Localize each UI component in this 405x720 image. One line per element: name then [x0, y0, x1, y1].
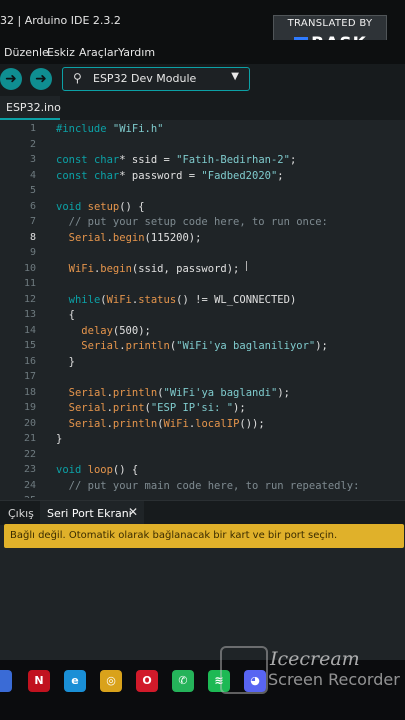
line-number: 24 [23, 479, 36, 491]
code-line[interactable]: const char* password = "Fadbed2020"; [56, 170, 284, 182]
board-label: ESP32 Dev Module [93, 72, 197, 85]
line-number: 18 [23, 386, 36, 398]
serial-console[interactable] [0, 550, 405, 660]
upload-arrow-icon: ➜ [35, 71, 47, 87]
bottom-panel-tabs: Çıkış Seri Port Ekranı ✕ [0, 500, 405, 525]
menu-item-sketch[interactable]: Eskiz [47, 46, 75, 59]
line-number: 20 [23, 417, 36, 429]
line-number: 19 [23, 402, 36, 413]
opera-icon[interactable]: O [136, 670, 158, 692]
close-icon[interactable]: ✕ [128, 505, 138, 519]
code-line[interactable]: } [56, 356, 75, 368]
board-selector[interactable]: ⚲ ESP32 Dev Module ▼ [62, 67, 250, 91]
code-line[interactable]: delay(500); [56, 325, 151, 337]
menu-item-tools[interactable]: Araçlar [79, 46, 118, 59]
line-number: 14 [23, 324, 36, 336]
recorder-subtitle: Screen Recorder [268, 670, 400, 689]
line-number: 25 [6, 495, 36, 498]
whatsapp-icon[interactable]: ✆ [172, 670, 194, 692]
usb-icon: ⚲ [73, 71, 82, 85]
line-number: 21 [23, 433, 36, 444]
code-line[interactable]: Serial.begin(115200); [56, 232, 202, 244]
app-icon[interactable] [0, 670, 12, 692]
netflix-icon[interactable]: N [28, 670, 50, 692]
code-line[interactable]: // put your setup code here, to run once… [56, 216, 328, 228]
code-line[interactable]: Serial.print("ESP IP'si: "); [56, 402, 246, 414]
tab-output[interactable]: Çıkış [8, 507, 34, 520]
code-line[interactable]: void setup() { [56, 201, 145, 213]
code-line[interactable]: } [56, 433, 62, 445]
line-number: 13 [23, 309, 36, 320]
line-number: 8 [29, 231, 36, 243]
watermark-line1: TRANSLATED BY [287, 18, 373, 29]
chevron-down-icon: ▼ [231, 71, 239, 82]
code-line[interactable]: Serial.println("WiFi'ya baglandi"); [56, 387, 290, 399]
toolbar: ➜ ➜ ⚲ ESP32 Dev Module ▼ [0, 64, 405, 96]
text-cursor-icon [246, 261, 247, 271]
code-editor[interactable]: 1 #include "WiFi.h" 2 3 const char* ssid = "… [0, 120, 405, 498]
line-number: 12 [23, 293, 36, 305]
line-number: 11 [23, 278, 36, 289]
line-number: 23 [23, 464, 36, 475]
connection-notice-text: Bağlı değil. Otomatik olarak bağlanacak … [10, 530, 338, 541]
line-number: 22 [23, 448, 36, 460]
edge-icon[interactable]: e [64, 670, 86, 692]
code-line[interactable]: // put your main code here, to run repea… [56, 480, 360, 492]
menu-item-edit[interactable]: Düzenle [4, 46, 49, 59]
code-line[interactable]: { [56, 309, 75, 321]
line-number: 7 [29, 216, 36, 227]
code-line[interactable]: WiFi.begin(ssid, password); [56, 263, 240, 275]
camera-icon [220, 646, 268, 694]
code-line[interactable]: while(WiFi.status() != WL_CONNECTED) [56, 294, 297, 306]
file-tab[interactable]: ESP32.ino [0, 96, 61, 120]
window-title: 32 | Arduino IDE 2.3.2 [0, 14, 121, 27]
connection-notice: Bağlı değil. Otomatik olarak bağlanacak … [4, 524, 404, 548]
line-number: 16 [23, 355, 36, 367]
line-number: 3 [29, 154, 36, 165]
upload-button[interactable]: ➜ [30, 68, 52, 90]
icecream-watermark: Icecream Screen Recorder [220, 646, 405, 696]
line-number: 1 [29, 123, 36, 134]
tab-serial-monitor-label[interactable]: Seri Port Ekranı [47, 507, 132, 520]
line-number: 9 [29, 247, 36, 258]
line-number: 5 [29, 185, 36, 196]
code-line[interactable]: void loop() { [56, 464, 138, 476]
code-line[interactable]: Serial.println("WiFi'ya baglaniliyor"); [56, 340, 328, 352]
menu-bar: Düzenle Eskiz Araçlar Yardım [0, 40, 405, 64]
line-number: 2 [29, 138, 36, 150]
line-number: 6 [29, 200, 36, 212]
line-number: 10 [23, 262, 36, 274]
menu-item-help[interactable]: Yardım [118, 46, 155, 59]
line-number: 15 [23, 340, 36, 351]
code-line[interactable]: const char* ssid = "Fatih-Bedirhan-2"; [56, 154, 296, 166]
line-number: 17 [23, 371, 36, 382]
line-number: 4 [29, 169, 36, 181]
code-line[interactable]: #include "WiFi.h" [56, 123, 163, 135]
recorder-name: Icecream [270, 648, 360, 670]
verify-button[interactable]: ➜ [0, 68, 22, 90]
file-tab-bar: ESP32.ino [0, 96, 405, 120]
chrome-icon[interactable]: ◎ [100, 670, 122, 692]
arrow-right-icon: ➜ [5, 71, 17, 87]
code-line[interactable]: Serial.println(WiFi.localIP()); [56, 418, 265, 430]
file-tab-label: ESP32.ino [6, 101, 61, 114]
